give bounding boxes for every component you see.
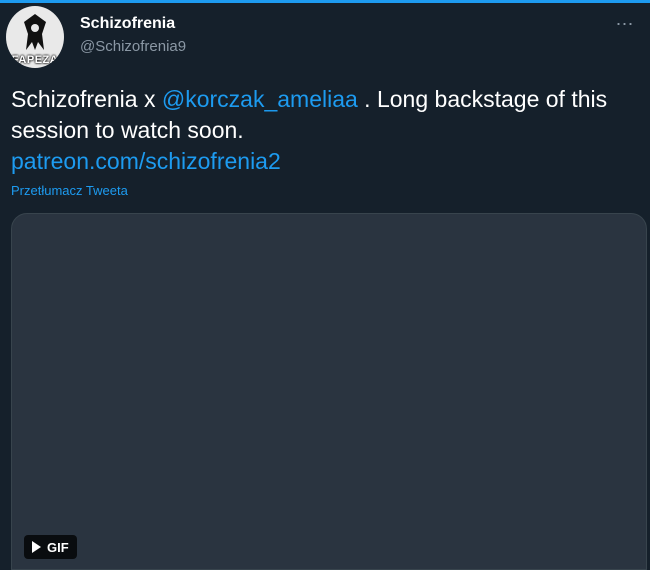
tweet-media[interactable]: GIF: [11, 213, 647, 570]
avatar[interactable]: FAPEZA: [6, 6, 64, 68]
tweet-text: Schizofrenia x @korczak_ameliaa . Long b…: [11, 84, 636, 177]
gif-badge-label: GIF: [47, 539, 69, 555]
translate-tweet-link[interactable]: Przetłumacz Tweeta: [11, 183, 128, 198]
mention-link[interactable]: @korczak_ameliaa: [162, 86, 358, 112]
gif-badge[interactable]: GIF: [24, 535, 77, 559]
tweet-text-start: Schizofrenia x: [11, 86, 162, 112]
avatar-watermark: FAPEZA: [11, 54, 59, 66]
tweet: FAPEZA Schizofrenia @Schizofrenia9 ⋯ Sch…: [0, 0, 650, 570]
author-display-name[interactable]: Schizofrenia: [80, 15, 175, 33]
external-link[interactable]: patreon.com/schizofrenia2: [11, 148, 281, 174]
avatar-logo-icon: [24, 14, 46, 50]
more-icon[interactable]: ⋯: [614, 14, 636, 34]
author-handle[interactable]: @Schizofrenia9: [80, 38, 186, 55]
top-accent-line: [0, 0, 650, 3]
play-icon: [32, 541, 41, 553]
